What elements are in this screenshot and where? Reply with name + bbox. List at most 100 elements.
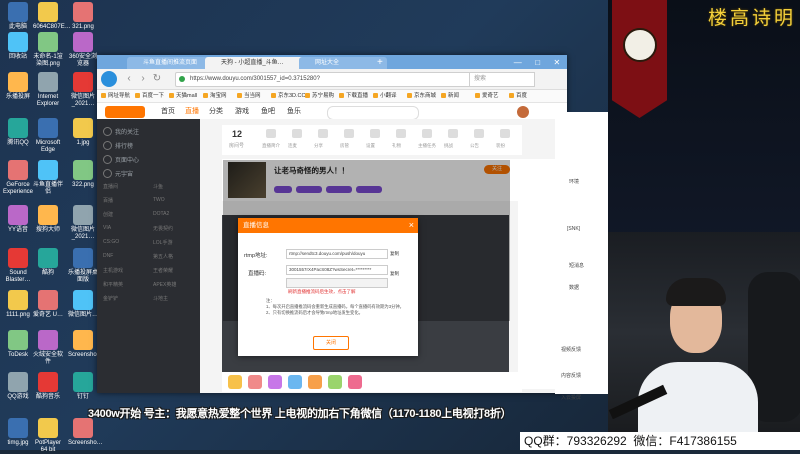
tab-douyu-room[interactable]: 天狗 - 小超直播_斗鱼… bbox=[205, 57, 309, 69]
desktop-icon[interactable]: GeForce Experience bbox=[3, 160, 33, 196]
new-tab-button[interactable]: + bbox=[377, 58, 387, 68]
desktop-icon[interactable]: 乐播投屏桌面版 bbox=[68, 248, 98, 284]
toolbar-icon[interactable] bbox=[318, 129, 328, 138]
bookmark-item[interactable]: 小翻译 bbox=[373, 90, 397, 102]
toolbar-icon[interactable] bbox=[396, 129, 406, 138]
desktop-icon[interactable]: 360安全浏览器 bbox=[68, 32, 98, 68]
douyu-search-input[interactable] bbox=[327, 106, 419, 120]
desktop-icon[interactable]: 1111.png bbox=[3, 290, 33, 319]
desktop-icon[interactable]: 微信图片… bbox=[68, 290, 98, 319]
toolbar-icon[interactable] bbox=[448, 129, 458, 138]
user-avatar[interactable] bbox=[517, 106, 529, 118]
bookmark-item[interactable]: 京东3D.CC bbox=[271, 90, 306, 102]
gift-icon[interactable] bbox=[268, 375, 282, 389]
sidebar-item[interactable]: 页面中心 bbox=[115, 155, 139, 164]
url-input[interactable]: https://www.douyu.com/3001557_id=0.37152… bbox=[175, 72, 471, 87]
sidebar-item[interactable]: CS:GO bbox=[103, 239, 119, 245]
gift-icon[interactable] bbox=[328, 375, 342, 389]
desktop-icon[interactable]: Screensho… bbox=[68, 330, 103, 359]
desktop-icon[interactable]: 未命名-1渲染图.png bbox=[33, 32, 63, 68]
desktop-icon[interactable]: 此电脑 bbox=[3, 2, 33, 31]
desktop-icon[interactable]: Internet Explorer bbox=[33, 72, 63, 108]
sidebar-item[interactable]: 第五人格 bbox=[153, 253, 173, 260]
panel-data[interactable]: 数据 bbox=[569, 284, 579, 291]
desktop-icon[interactable]: 321.png bbox=[68, 2, 98, 31]
stream-code-field[interactable]: 3001557rX4PacS08Z?wsSecret=********* bbox=[286, 265, 388, 275]
bookmark-item[interactable]: 下载直播 bbox=[339, 90, 368, 102]
desktop-icon[interactable]: 乐播投屏 bbox=[3, 72, 33, 101]
panel-feedback[interactable]: 视频反馈 bbox=[561, 346, 581, 353]
dialog-close-button[interactable]: 关闭 bbox=[313, 336, 349, 350]
minimize-button[interactable]: — bbox=[514, 58, 522, 67]
desktop-icon[interactable]: 腾讯QQ bbox=[3, 118, 33, 147]
panel-messages[interactable]: 短消息 bbox=[569, 262, 584, 269]
sidebar-item[interactable]: 排行榜 bbox=[115, 141, 133, 150]
desktop-icon[interactable]: 1.jpg bbox=[68, 118, 98, 147]
sidebar-item[interactable]: 王者荣耀 bbox=[153, 267, 173, 274]
bookmark-item[interactable]: 当当网 bbox=[237, 90, 261, 102]
toolbar-icon[interactable] bbox=[474, 129, 484, 138]
sidebar-item[interactable]: 斗地主 bbox=[153, 295, 168, 302]
bookmark-item[interactable]: 爱奇艺 bbox=[475, 90, 499, 102]
desktop-icon[interactable]: 钉钉 bbox=[68, 372, 98, 401]
desktop-icon[interactable]: 酷狗 bbox=[33, 248, 63, 277]
sidebar-item[interactable]: TWO bbox=[153, 197, 165, 203]
toolbar-icon[interactable] bbox=[344, 129, 354, 138]
toolbar-icon[interactable] bbox=[370, 129, 380, 138]
panel-content[interactable]: 内容反馈 bbox=[561, 372, 581, 379]
refresh-tip[interactable]: 刷新直播推流码后生效，点击了解 bbox=[288, 289, 356, 295]
maximize-button[interactable]: □ bbox=[535, 58, 540, 67]
desktop-icon[interactable]: 搜狗大师 bbox=[33, 205, 63, 234]
gift-icon[interactable] bbox=[288, 375, 302, 389]
sidebar-item[interactable]: 金铲铲 bbox=[103, 295, 118, 302]
desktop-icon[interactable]: 火绒安全软件 bbox=[33, 330, 63, 366]
desktop-icon[interactable]: QQ游戏 bbox=[3, 372, 33, 401]
copy-code-button[interactable]: 复制 bbox=[390, 271, 399, 277]
sidebar-item[interactable]: 元宇宙 bbox=[115, 169, 133, 178]
sidebar-item[interactable]: 和平精英 bbox=[103, 281, 123, 288]
close-icon[interactable]: × bbox=[409, 218, 414, 233]
desktop-icon[interactable]: Microsoft Edge bbox=[33, 118, 63, 154]
desktop-icon[interactable]: Sound Blaster… bbox=[3, 248, 33, 284]
desktop-icon[interactable]: 酷狗音乐 bbox=[33, 372, 63, 401]
copy-rtmp-button[interactable]: 复制 bbox=[390, 251, 399, 257]
close-button[interactable]: ✕ bbox=[554, 58, 561, 67]
desktop-icon[interactable]: YY语音 bbox=[3, 205, 33, 234]
toolbar-icon[interactable] bbox=[422, 129, 432, 138]
refresh-icon[interactable]: ↻ bbox=[151, 73, 163, 85]
gift-icon[interactable] bbox=[308, 375, 322, 389]
bookmark-item[interactable]: 天猫mall bbox=[169, 90, 197, 102]
tab-nav-sites[interactable]: 网址大全 bbox=[299, 57, 387, 69]
desktop-icon[interactable]: 微信图片_2021… bbox=[68, 205, 98, 241]
rtmp-address-field[interactable]: rtmp://sendtc3.douyu.com/push/douyu bbox=[286, 249, 388, 259]
sidebar-item[interactable]: 我的关注 bbox=[115, 127, 139, 136]
gift-icon[interactable] bbox=[228, 375, 242, 389]
desktop-icon[interactable]: Screensho… bbox=[68, 418, 103, 447]
bookmark-item[interactable]: 新闻 bbox=[441, 90, 459, 102]
bookmark-item[interactable]: 百度一下 bbox=[135, 90, 164, 102]
bookmark-item[interactable]: 网址导航 bbox=[101, 90, 130, 102]
desktop-icon[interactable]: 微信图片_2021… bbox=[68, 72, 98, 108]
code-scrollbar[interactable] bbox=[286, 278, 388, 288]
toolbar-icon[interactable] bbox=[292, 129, 302, 138]
gift-icon[interactable] bbox=[248, 375, 262, 389]
sidebar-item[interactable]: LOL手游 bbox=[153, 239, 172, 246]
panel-cast[interactable]: 入云投屏 bbox=[561, 394, 581, 401]
sidebar-item[interactable]: VIA bbox=[103, 225, 111, 231]
sidebar-item[interactable]: 创建 bbox=[103, 211, 113, 218]
bookmark-item[interactable]: 苏宁易购 bbox=[305, 90, 334, 102]
desktop-icon[interactable]: timg.jpg bbox=[3, 418, 33, 447]
search-input[interactable]: 搜索 bbox=[469, 72, 535, 87]
douyu-logo[interactable] bbox=[105, 106, 145, 118]
toolbar-icon[interactable] bbox=[500, 129, 510, 138]
forward-icon[interactable]: › bbox=[137, 73, 149, 85]
desktop-icon[interactable]: 6064C807E… bbox=[33, 2, 71, 31]
sidebar-item[interactable]: 斗鱼 bbox=[153, 183, 163, 190]
desktop-icon[interactable]: ToDesk bbox=[3, 330, 33, 359]
tab-push-page[interactable]: 斗鱼直播间推流页面 bbox=[127, 57, 215, 69]
gift-icon[interactable] bbox=[348, 375, 362, 389]
bookmark-item[interactable]: 淘宝网 bbox=[203, 90, 227, 102]
sidebar-item[interactable]: 直播间 bbox=[103, 183, 118, 190]
desktop-icon[interactable]: PotPlayer 64 bit bbox=[33, 418, 63, 454]
back-icon[interactable]: ‹ bbox=[123, 73, 135, 85]
